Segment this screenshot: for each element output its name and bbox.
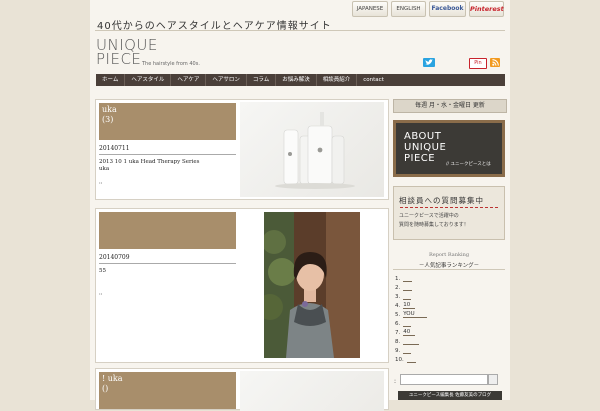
post-title-line: ! uka: [102, 374, 123, 383]
japanese-button[interactable]: JAPANESE: [352, 1, 388, 17]
rss-icon[interactable]: [490, 58, 500, 67]
ranking-number: 8.: [395, 339, 401, 345]
ranking-number: 6.: [395, 321, 401, 327]
ranking-link[interactable]: [403, 284, 413, 291]
ranking-number: 10.: [395, 357, 404, 363]
post-title-2[interactable]: [99, 212, 236, 249]
editor-blog-banner[interactable]: ユニークピース編集長 佐藤友美のブログ: [398, 391, 502, 400]
post-date-1: 20140711: [99, 145, 130, 152]
post-title-line: uka: [102, 105, 117, 114]
ranking-link[interactable]: [403, 338, 420, 345]
post-date-2: 20140709: [99, 254, 130, 261]
post-card-3[interactable]: ! uka (): [95, 368, 389, 411]
logo-subtitle: The hairstyle from 40s.: [142, 61, 200, 67]
search-label: :: [394, 378, 397, 385]
about-unique-piece-banner[interactable]: ABOUT UNIQUE PIECE // ユニークピースとは: [393, 120, 505, 177]
post-excerpt-line: uka: [99, 166, 110, 172]
consult-text: ユニークピースで活躍中の 質問を随時募集しております！: [399, 212, 469, 230]
consult-title: 相談員への質問募集中: [399, 196, 484, 205]
ranking-link[interactable]: [403, 293, 412, 300]
nav-troubles[interactable]: お悩み解決: [276, 74, 317, 86]
facebook-button[interactable]: Facebook: [429, 1, 466, 17]
ranking-item[interactable]: 6.: [395, 320, 412, 327]
search-button[interactable]: [488, 374, 498, 385]
about-subtitle: // ユニークピースとは: [446, 162, 491, 167]
post-card-1[interactable]: uka (3) 20140711 2013 10 1 uka Head Ther…: [95, 99, 389, 200]
nav-hairsalon[interactable]: ヘアサロン: [206, 74, 247, 86]
post-title-3[interactable]: ! uka (): [99, 372, 236, 409]
consult-line: ユニークピースで活躍中の: [399, 213, 459, 219]
ranking-link[interactable]: 40: [403, 329, 416, 336]
ranking-item[interactable]: 4. 10: [395, 302, 416, 309]
header-divider: [95, 30, 505, 31]
ranking-item[interactable]: 8.: [395, 338, 420, 345]
post-title-1[interactable]: uka (3): [99, 103, 236, 140]
update-schedule: 毎週 月・水・金曜日 更新: [393, 99, 507, 113]
about-line: UNIQUE: [404, 142, 447, 153]
ranking-link[interactable]: [403, 275, 413, 282]
nav-haircare[interactable]: ヘアケア: [171, 74, 207, 86]
nav-column[interactable]: コラム: [247, 74, 277, 86]
read-more-link-2[interactable]: ::: [99, 291, 102, 297]
ranking-heading-en: Report Ranking: [428, 252, 470, 258]
ranking-number: 5.: [395, 312, 401, 318]
post-excerpt-2: 55: [99, 268, 106, 274]
english-button[interactable]: ENGLISH: [391, 1, 426, 17]
pinterest-button[interactable]: Pinterest: [469, 1, 504, 17]
ranking-item[interactable]: 2.: [395, 284, 413, 291]
post-image-3[interactable]: [240, 371, 384, 411]
ranking-item[interactable]: 9.: [395, 347, 412, 354]
post-image-2[interactable]: [264, 212, 360, 358]
consult-divider: [400, 207, 498, 208]
main-nav: ホーム ヘアスタイル ヘアケア ヘアサロン コラム お悩み解決 相談員紹介 co…: [96, 74, 505, 86]
ranking-number: 9.: [395, 348, 401, 354]
ranking-number: 4.: [395, 303, 401, 309]
ranking-heading-ja: －人気記事ランキング－: [418, 263, 480, 269]
post-excerpt-line: 2013 10 1 uka Head Therapy Series: [99, 159, 200, 165]
about-heading: ABOUT UNIQUE PIECE: [404, 131, 446, 164]
consultant-questions-banner[interactable]: 相談員への質問募集中 ユニークピースで活躍中の 質問を随時募集しております！: [393, 186, 505, 240]
ranking-link[interactable]: [406, 356, 416, 363]
ranking-number: 7.: [395, 330, 401, 336]
nav-contact[interactable]: contact: [357, 74, 390, 86]
about-line: ABOUT: [404, 131, 442, 142]
ranking-item[interactable]: 5. YOU: [395, 311, 428, 318]
ranking-item[interactable]: 1.: [395, 275, 413, 282]
ranking-divider: [393, 269, 505, 270]
ranking-item[interactable]: 10.: [395, 356, 416, 363]
post-divider: [99, 154, 236, 155]
read-more-link-1[interactable]: ::: [99, 180, 102, 186]
ranking-link[interactable]: 10: [403, 302, 416, 309]
ranking-link[interactable]: [403, 347, 412, 354]
ranking-number: 3.: [395, 294, 401, 300]
ranking-link[interactable]: [403, 320, 412, 327]
ranking-item[interactable]: 7. 40: [395, 329, 416, 336]
ranking-number: 2.: [395, 285, 401, 291]
pinterest-small-icon[interactable]: Pin: [469, 58, 487, 69]
ranking-link[interactable]: YOU: [403, 311, 428, 318]
post-divider: [99, 263, 236, 264]
post-excerpt-1: 2013 10 1 uka Head Therapy Series uka: [99, 159, 199, 173]
consult-line: 質問を随時募集しております！: [399, 222, 469, 228]
twitter-icon[interactable]: [423, 58, 435, 67]
post-title-line: (): [102, 384, 109, 393]
ranking-item[interactable]: 3.: [395, 293, 412, 300]
nav-home[interactable]: ホーム: [96, 74, 126, 86]
ranking-number: 1.: [395, 276, 401, 282]
search-input[interactable]: [400, 374, 488, 385]
nav-advisors[interactable]: 相談員紹介: [317, 74, 358, 86]
nav-hairstyle[interactable]: ヘアスタイル: [125, 74, 172, 86]
post-card-2[interactable]: 20140709 55 ::: [95, 208, 389, 363]
about-line: PIECE: [404, 153, 436, 164]
post-title-line: (3): [102, 115, 114, 124]
post-image-1[interactable]: [240, 102, 384, 197]
